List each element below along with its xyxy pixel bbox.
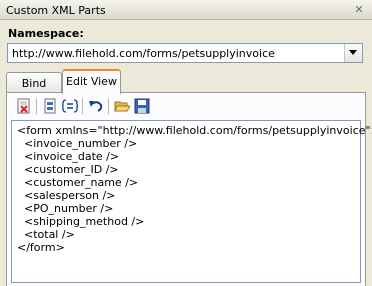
xml-line: <total /> <box>17 228 75 241</box>
toolbar-separator <box>82 98 83 114</box>
save-icon[interactable] <box>133 97 151 115</box>
xml-line: <invoice_date /> <box>17 150 120 163</box>
tab-bind-view[interactable]: Bind View <box>6 72 62 103</box>
undo-icon[interactable] <box>87 97 105 115</box>
xml-line: <customer_ID /> <box>17 163 119 176</box>
window-title: Custom XML Parts <box>6 4 106 17</box>
insert-element-icon[interactable] <box>41 97 59 115</box>
xml-line: <shipping_method /> <box>17 215 145 228</box>
edit-view-panel: <form xmlns="http://www.filehold.com/for… <box>6 92 372 286</box>
namespace-selected-value: http://www.filehold.com/forms/petsupplyi… <box>12 47 275 60</box>
namespace-dropdown[interactable]: http://www.filehold.com/forms/petsupplyi… <box>7 43 363 63</box>
chevron-down-icon[interactable] <box>344 44 362 62</box>
xml-line: <salesperson /> <box>17 189 116 202</box>
xml-line: <invoice_number /> <box>17 137 138 150</box>
toolbar-separator <box>108 98 109 114</box>
close-icon[interactable]: ✕ <box>352 3 366 17</box>
insert-attribute-icon[interactable] <box>61 97 79 115</box>
toolbar-separator <box>36 98 37 114</box>
xml-line: <PO_number /> <box>17 202 114 215</box>
validate-icon[interactable] <box>15 97 33 115</box>
xml-line: <form xmlns="http://www.filehold.com/for… <box>17 124 372 137</box>
namespace-label: Namespace: <box>8 27 84 40</box>
open-folder-icon[interactable] <box>113 97 131 115</box>
xml-line: </form> <box>17 241 65 254</box>
xml-editor[interactable]: <form xmlns="http://www.filehold.com/for… <box>11 120 372 283</box>
xml-line: <customer_name /> <box>17 176 139 189</box>
title-bar: Custom XML Parts ✕ <box>0 0 372 20</box>
tab-edit-view[interactable]: Edit View <box>62 69 121 94</box>
